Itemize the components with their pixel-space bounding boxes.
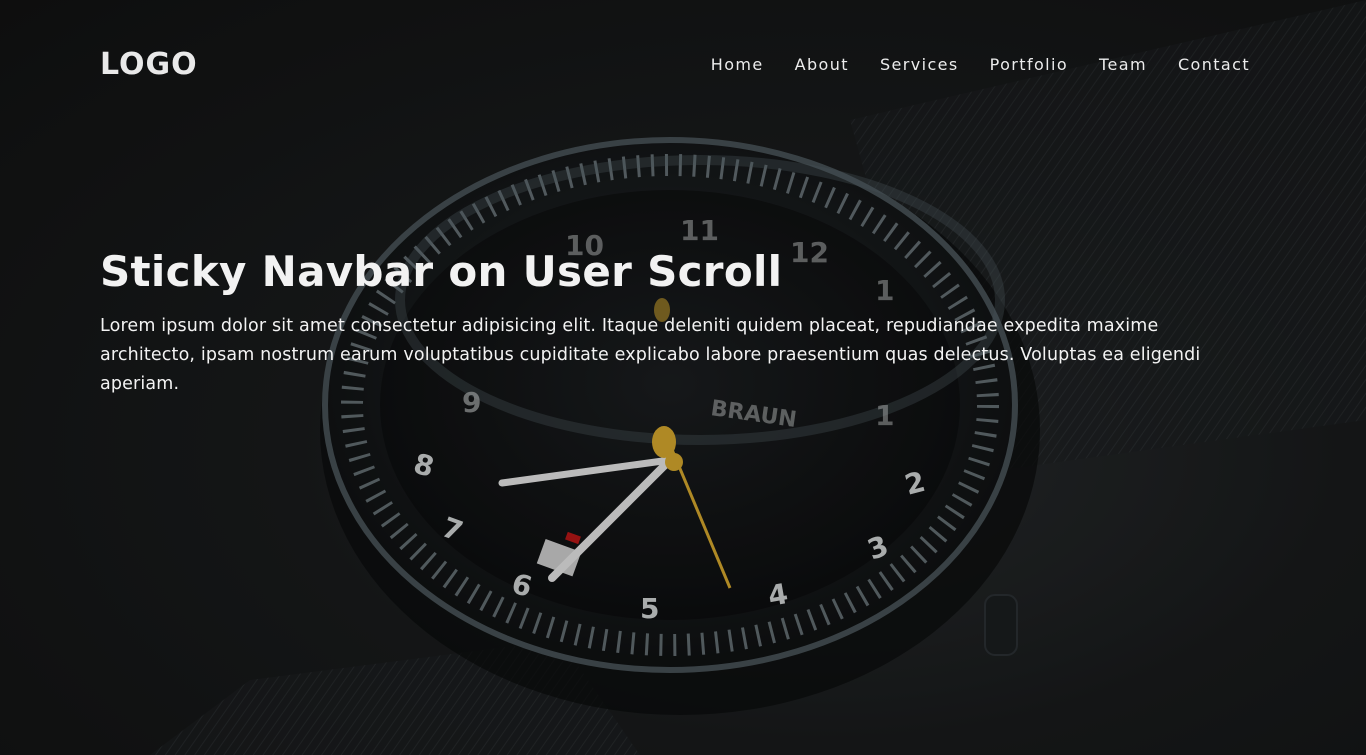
nav-item-services: Services — [880, 55, 959, 74]
nav-item-contact: Contact — [1178, 55, 1250, 74]
navbar: LOGO Home About Services Portfolio Team … — [0, 0, 1366, 128]
nav-link-team[interactable]: Team — [1099, 55, 1147, 74]
nav-link-home[interactable]: Home — [711, 55, 764, 74]
nav-links: Home About Services Portfolio Team Conta… — [680, 55, 1250, 74]
nav-item-team: Team — [1099, 55, 1147, 74]
hero-title: Sticky Navbar on User Scroll — [100, 247, 783, 296]
nav-link-contact[interactable]: Contact — [1178, 55, 1250, 74]
hero-content: Sticky Navbar on User Scroll Lorem ipsum… — [100, 244, 1250, 399]
nav-link-portfolio[interactable]: Portfolio — [990, 55, 1068, 74]
hero-description: Lorem ipsum dolor sit amet consectetur a… — [100, 316, 1201, 394]
nav-link-about[interactable]: About — [795, 55, 849, 74]
logo[interactable]: LOGO — [100, 47, 198, 82]
nav-link-services[interactable]: Services — [880, 55, 959, 74]
nav-item-about: About — [795, 55, 849, 74]
nav-item-portfolio: Portfolio — [990, 55, 1068, 74]
nav-item-home: Home — [711, 55, 764, 74]
